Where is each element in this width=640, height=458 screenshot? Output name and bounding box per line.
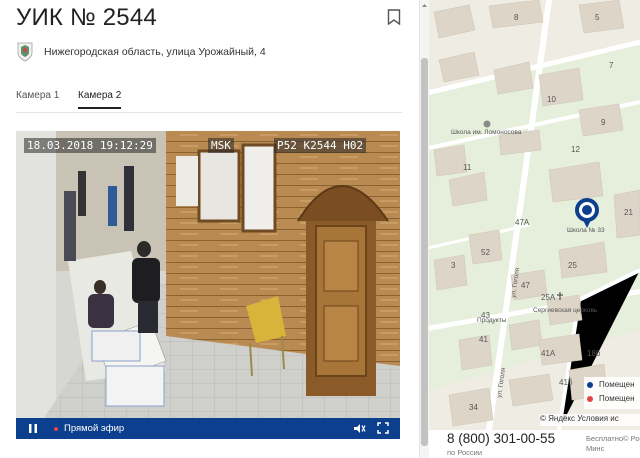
osd-datetime: 18.03.2018 19:12:29 — [24, 138, 156, 153]
map-canvas: 5 8 7 10 9 12 11 21 47А 52 25 3 47 25А 4… — [429, 0, 640, 430]
legend-blue-dot-icon — [587, 381, 593, 388]
map-building-25: 25 — [568, 261, 577, 270]
map-building-52: 52 — [481, 248, 490, 257]
map-legend: Помещен Помещен — [584, 377, 640, 409]
free-call-line-1: Бесплатно© Рос — [586, 434, 640, 443]
map-poi-school-lomonosov: Школа им. Ломоносова — [451, 129, 522, 136]
map-building-12: 12 — [571, 145, 580, 154]
map-building-47: 47 — [521, 281, 530, 290]
map-building-10: 10 — [547, 95, 556, 104]
legend-row-1: Помещен — [587, 380, 635, 389]
page-scrollbar[interactable] — [419, 0, 429, 458]
volume-icon[interactable] — [352, 422, 366, 435]
live-indicator: Прямой эфир — [54, 423, 124, 434]
free-call-note: Бесплатно© Рос Минс — [586, 434, 640, 454]
map-building-41b: 41б — [559, 378, 573, 387]
bookmark-icon[interactable] — [387, 9, 401, 25]
hotline-note: по России — [447, 448, 483, 457]
map-copyright[interactable]: © Яндекс Условия ис — [540, 414, 640, 426]
page-title: УИК № 2544 — [16, 4, 157, 31]
tab-camera-1[interactable]: Камера 1 — [16, 90, 59, 107]
map-building-8: 8 — [514, 13, 519, 22]
scroll-up-arrow-icon[interactable] — [421, 2, 428, 9]
school-icon — [483, 120, 491, 128]
map-building-41a: 41А — [541, 349, 556, 358]
map-building-47a: 47А — [515, 218, 530, 227]
address-text: Нижегородская область, улица Урожайный, … — [44, 46, 266, 58]
left-panel: УИК № 2544 Нижегородская область, улица … — [0, 0, 418, 458]
pause-icon[interactable] — [26, 422, 40, 435]
legend-red-dot-icon — [587, 395, 593, 402]
fullscreen-icon[interactable] — [377, 422, 389, 434]
free-call-line-2: Минс — [586, 444, 605, 453]
emblem-icon — [17, 42, 33, 62]
map-building-5: 5 — [595, 13, 600, 22]
map-building-7: 7 — [609, 61, 614, 70]
map-building-25a: 25А — [541, 293, 556, 302]
map-building-11: 11 — [463, 163, 472, 172]
map-building-3: 3 — [451, 261, 456, 270]
map-poi-church: Сергиевская церковь — [533, 307, 598, 314]
map-building-9: 9 — [601, 118, 606, 127]
osd-camera-code: P52 K2544 H02 — [274, 138, 367, 153]
hotline-footer: 8 (800) 301-00-55 по России Бесплатно© Р… — [429, 430, 640, 458]
camera-tabs: Камера 1 Камера 2 — [16, 90, 402, 113]
tab-camera-2[interactable]: Камера 2 — [78, 90, 122, 109]
map-building-18b: 18б — [587, 349, 601, 358]
scrollbar-thumb[interactable] — [421, 58, 428, 446]
map-building-21: 21 — [624, 208, 633, 217]
map-poi-shop: Продукты — [477, 317, 507, 324]
hotline-phone[interactable]: 8 (800) 301-00-55 — [447, 431, 555, 446]
map-poi-school-33: Школа № 33 — [567, 227, 605, 234]
live-dot-icon — [54, 426, 58, 431]
map-building-41: 41 — [479, 335, 488, 344]
map-panel[interactable]: 5 8 7 10 9 12 11 21 47А 52 25 3 47 25А 4… — [429, 0, 640, 430]
live-label: Прямой эфир — [64, 423, 125, 434]
map-building-34: 34 — [469, 403, 478, 412]
video-player[interactable]: 18.03.2018 19:12:29 MSK P52 K2544 H02 Пр… — [16, 131, 400, 439]
legend-row-2: Помещен — [587, 394, 635, 403]
address-row: Нижегородская область, улица Урожайный, … — [16, 42, 266, 62]
legend-label-2: Помещен — [599, 394, 635, 403]
osd-timezone: MSK — [208, 138, 234, 153]
video-frame — [16, 131, 400, 418]
legend-label-1: Помещен — [599, 380, 635, 389]
player-controls: Прямой эфир — [16, 418, 400, 439]
